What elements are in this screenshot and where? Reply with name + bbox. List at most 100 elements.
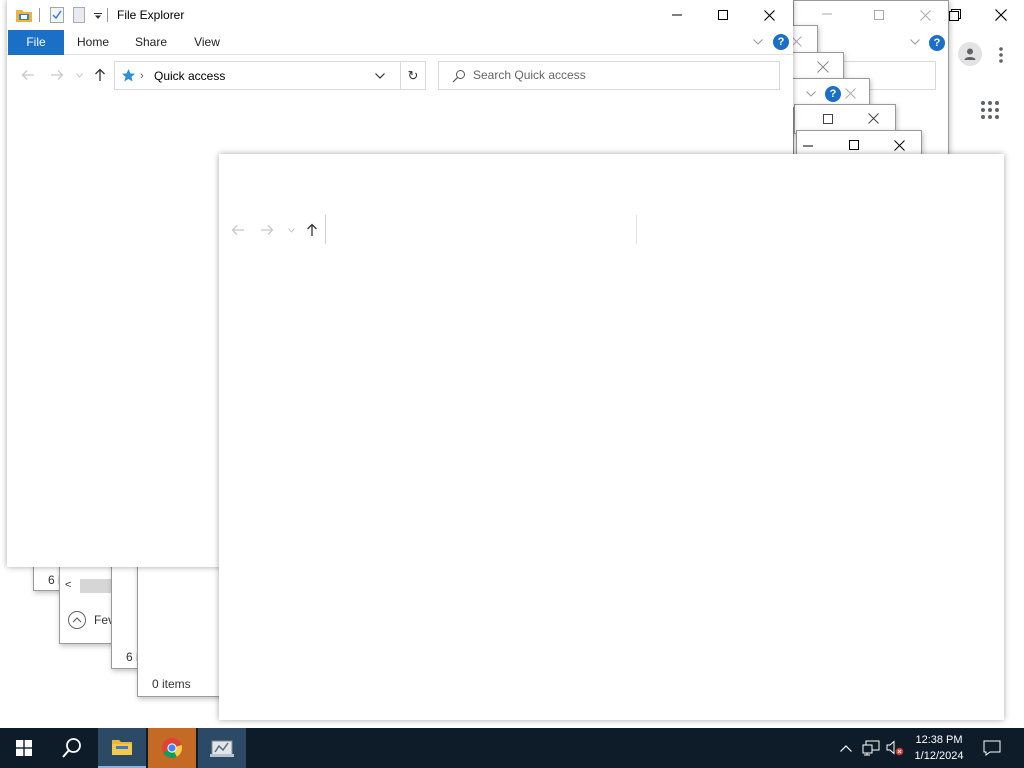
close-icon bbox=[995, 9, 1007, 21]
arrow-right-icon bbox=[51, 70, 64, 80]
status-item-count: 0 items bbox=[152, 677, 191, 691]
start-button[interactable] bbox=[0, 728, 48, 768]
maximize-icon bbox=[823, 114, 833, 124]
address-location: Quick access bbox=[154, 69, 226, 83]
tab-view[interactable]: View bbox=[185, 30, 229, 55]
network-tray-button[interactable] bbox=[860, 728, 882, 768]
address-bar-edge[interactable] bbox=[325, 215, 326, 244]
apps-grid-icon bbox=[981, 101, 999, 119]
taskbar-chrome[interactable] bbox=[148, 728, 196, 768]
volume-muted-icon bbox=[886, 740, 904, 756]
chevron-down-icon bbox=[288, 228, 295, 233]
close-icon bbox=[868, 113, 879, 124]
chevron-down-icon bbox=[753, 39, 763, 45]
close-icon bbox=[845, 88, 856, 99]
chevron-down-icon bbox=[806, 91, 816, 97]
network-icon bbox=[862, 740, 880, 756]
minimize-button[interactable] bbox=[654, 0, 700, 30]
chevron-down-icon bbox=[375, 73, 385, 79]
close-button[interactable] bbox=[746, 0, 792, 30]
search-icon bbox=[452, 69, 466, 83]
minimize-icon bbox=[822, 9, 832, 19]
action-center-button[interactable] bbox=[978, 728, 1006, 768]
close-icon bbox=[894, 140, 905, 151]
notification-icon bbox=[983, 740, 1001, 756]
folder-icon bbox=[15, 7, 33, 23]
tab-home[interactable]: Home bbox=[71, 30, 115, 55]
arrow-left-icon bbox=[21, 70, 34, 80]
forward-button[interactable] bbox=[50, 69, 64, 81]
chrome-menu-button[interactable] bbox=[996, 44, 1006, 66]
blank-explorer-window bbox=[219, 154, 1004, 720]
search-box-edge[interactable] bbox=[636, 215, 637, 244]
window-title: File Explorer bbox=[117, 8, 185, 22]
server-manager-icon bbox=[210, 740, 234, 757]
back-button[interactable] bbox=[21, 69, 35, 81]
navigation-bar: › Quick access ↻ bbox=[7, 56, 793, 94]
kebab-icon bbox=[999, 47, 1003, 63]
folder-icon bbox=[112, 740, 132, 755]
quick-access-toolbar-dropdown-icon[interactable] bbox=[94, 12, 102, 20]
scroll-left-icon: < bbox=[65, 579, 72, 591]
background-explorer-window-j: 0 items bbox=[137, 560, 227, 697]
close-icon bbox=[817, 61, 829, 73]
address-bar[interactable]: › Quick access bbox=[114, 61, 401, 90]
properties-icon[interactable] bbox=[50, 7, 64, 23]
back-button[interactable] bbox=[231, 224, 245, 236]
recent-locations-button[interactable] bbox=[288, 228, 295, 233]
address-history-button[interactable] bbox=[375, 73, 385, 79]
maximize-icon bbox=[849, 140, 859, 150]
profile-avatar[interactable] bbox=[958, 42, 982, 66]
help-icon: ? bbox=[825, 86, 841, 102]
divider bbox=[39, 8, 40, 22]
minimize-icon bbox=[672, 14, 682, 16]
tab-share[interactable]: Share bbox=[129, 30, 173, 55]
show-hidden-icons-button[interactable] bbox=[836, 728, 856, 768]
chrome-icon bbox=[162, 738, 183, 759]
arrow-up-icon bbox=[95, 68, 105, 81]
maximize-button[interactable] bbox=[700, 0, 746, 30]
help-button[interactable]: ? bbox=[773, 34, 789, 50]
new-folder-icon[interactable] bbox=[73, 7, 85, 23]
up-button[interactable] bbox=[306, 223, 318, 237]
taskbar-file-explorer[interactable] bbox=[98, 728, 146, 768]
maximize-icon bbox=[718, 10, 728, 20]
refresh-button[interactable]: ↻ bbox=[400, 61, 426, 90]
tab-file[interactable]: File bbox=[8, 30, 64, 55]
arrow-right-icon bbox=[261, 225, 274, 235]
recent-locations-button[interactable] bbox=[76, 73, 83, 78]
taskbar: 12:38 PM 1/12/2024 bbox=[0, 728, 1024, 768]
minimize-icon bbox=[803, 145, 813, 147]
title-bar[interactable]: File Explorer bbox=[7, 0, 793, 30]
taskbar-clock[interactable]: 12:38 PM 1/12/2024 bbox=[908, 732, 970, 764]
help-icon: ? bbox=[929, 35, 945, 51]
maximize-icon bbox=[874, 10, 884, 20]
up-button[interactable] bbox=[94, 68, 106, 82]
apps-grid-button[interactable] bbox=[980, 100, 1000, 120]
quick-access-star-icon bbox=[121, 68, 136, 83]
chevron-up-icon bbox=[68, 611, 86, 629]
search-input[interactable] bbox=[473, 68, 763, 82]
chrome-close-button[interactable] bbox=[978, 0, 1024, 30]
arrow-up-icon bbox=[307, 223, 317, 236]
close-icon bbox=[763, 9, 775, 21]
windows-logo-icon bbox=[16, 740, 32, 756]
clock-date: 1/12/2024 bbox=[914, 750, 964, 762]
breadcrumb-chevron-icon: › bbox=[140, 70, 144, 82]
chevron-up-icon bbox=[840, 744, 852, 752]
search-button[interactable] bbox=[48, 728, 96, 768]
search-box[interactable] bbox=[438, 61, 780, 90]
chevron-down-icon bbox=[76, 73, 83, 78]
forward-button[interactable] bbox=[260, 224, 274, 236]
volume-tray-button[interactable] bbox=[884, 728, 906, 768]
expand-ribbon-button[interactable] bbox=[753, 39, 763, 45]
clock-time: 12:38 PM bbox=[915, 734, 963, 746]
refresh-icon: ↻ bbox=[407, 67, 419, 83]
arrow-left-icon bbox=[231, 225, 244, 235]
chevron-down-icon bbox=[910, 39, 920, 45]
divider bbox=[107, 8, 108, 22]
restore-icon bbox=[949, 9, 961, 21]
taskbar-server-manager[interactable] bbox=[198, 728, 246, 768]
ribbon-tab-bar: File Home Share View ? bbox=[7, 30, 793, 55]
search-icon bbox=[62, 738, 81, 758]
